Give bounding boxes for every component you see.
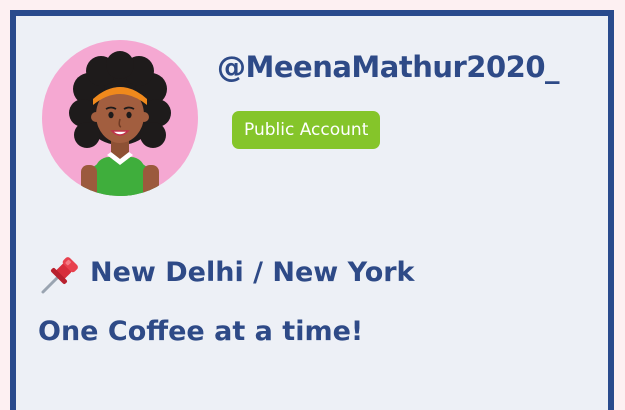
- location-text: New Delhi / New York: [90, 256, 415, 288]
- profile-card: @MeenaMathur2020_ Public Account New Del…: [10, 10, 614, 410]
- woman-avatar-icon: [42, 40, 198, 196]
- username-handle[interactable]: @MeenaMathur2020_: [217, 50, 560, 84]
- pushpin-icon: [41, 257, 78, 294]
- bio-text: One Coffee at a time!: [38, 316, 364, 347]
- account-type-badge: Public Account: [232, 111, 381, 149]
- location-row: New Delhi / New York: [38, 252, 415, 296]
- avatar[interactable]: [41, 39, 199, 197]
